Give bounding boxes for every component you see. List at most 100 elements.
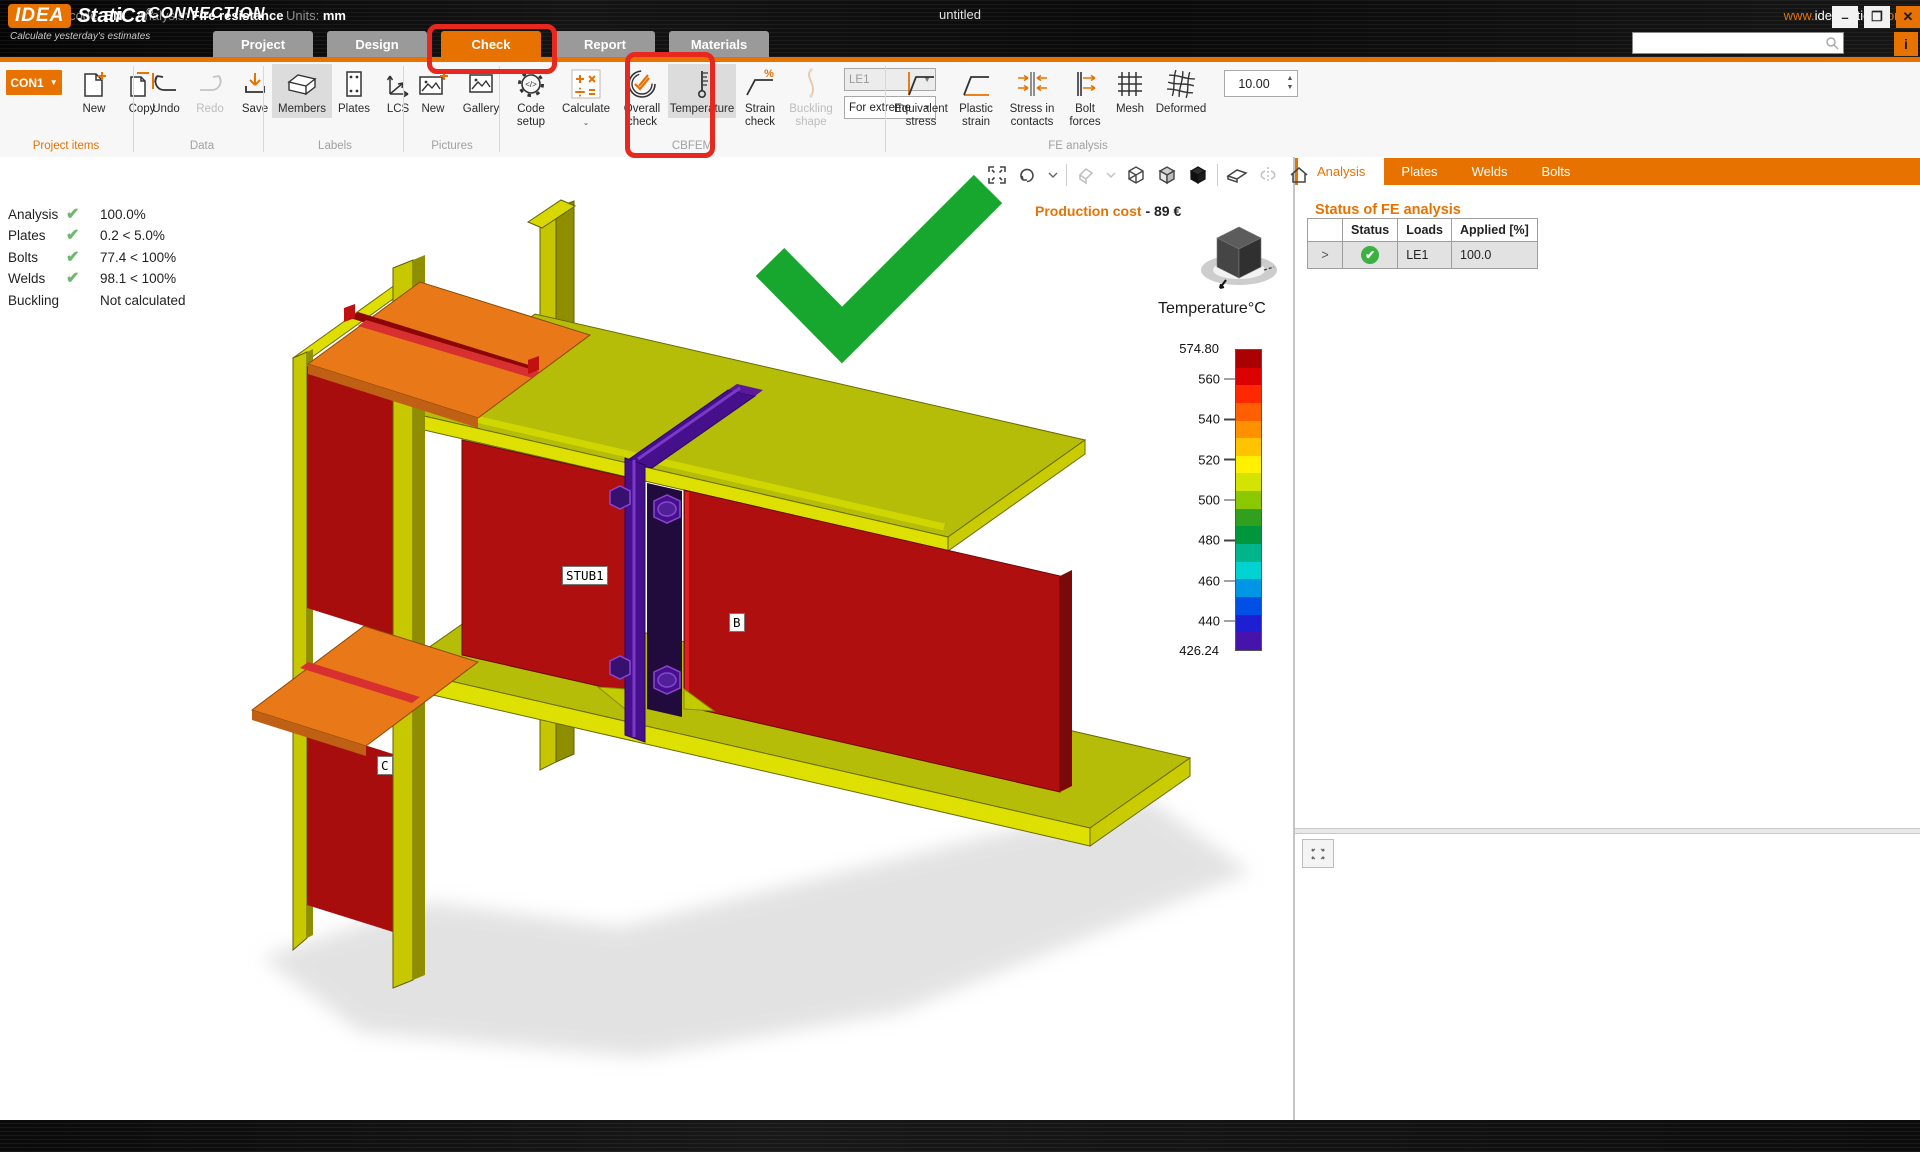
shaded-cube-icon[interactable] bbox=[1155, 163, 1179, 187]
tab-project[interactable]: Project bbox=[213, 31, 313, 57]
group-label-fe-analysis: FE analysis bbox=[886, 140, 1270, 154]
chevron-down-icon: ▼ bbox=[50, 78, 58, 87]
results-tabbar: Analysis Plates Welds Bolts bbox=[1295, 158, 1920, 185]
deformed-button[interactable]: Deformed bbox=[1152, 64, 1210, 118]
ribbon-group-cbfem: </> Code setup Calculate⌄ Overall check bbox=[506, 64, 936, 140]
overall-check-icon bbox=[625, 66, 659, 102]
plate-icon bbox=[343, 66, 365, 102]
rotate-view-icon[interactable] bbox=[1016, 163, 1040, 187]
strain-check-button[interactable]: % Strain check bbox=[736, 64, 784, 131]
tab-design[interactable]: Design bbox=[327, 31, 427, 57]
overall-check-button[interactable]: Overall check bbox=[616, 64, 668, 131]
contact-stress-icon bbox=[1015, 66, 1049, 102]
row-loads-cell: LE1 bbox=[1398, 242, 1452, 269]
expand-arrows-icon bbox=[1310, 847, 1326, 861]
app-window: IDEA StatiCa® CONNECTION Calculate yeste… bbox=[0, 0, 1920, 1152]
close-button[interactable]: ✕ bbox=[1896, 6, 1920, 28]
plates-button[interactable]: Plates bbox=[332, 64, 376, 118]
tab-welds[interactable]: Welds bbox=[1455, 158, 1525, 185]
search-input[interactable] bbox=[1633, 36, 1825, 50]
ribbon-group-project-items: CON1▼ New Copy bbox=[6, 64, 166, 140]
navigation-cube[interactable] bbox=[1198, 218, 1280, 294]
group-label-pictures: Pictures bbox=[404, 140, 500, 154]
stress-curve-icon bbox=[904, 66, 938, 102]
model-3d bbox=[0, 157, 1293, 1120]
scale-tick: 520 bbox=[1198, 452, 1235, 467]
status-row-analysis: Analysis✔100.0% bbox=[8, 204, 146, 224]
expand-section-button[interactable] bbox=[1302, 839, 1334, 868]
tab-check[interactable]: Check bbox=[441, 31, 541, 57]
temperature-button[interactable]: Temperature bbox=[668, 64, 736, 118]
new-picture-button[interactable]: New bbox=[410, 64, 456, 118]
bolt-forces-icon bbox=[1070, 66, 1100, 102]
minimize-button[interactable]: – bbox=[1832, 6, 1858, 28]
scale-tick: 480 bbox=[1198, 533, 1235, 548]
home-view-icon[interactable] bbox=[1287, 163, 1311, 187]
calculate-icon bbox=[569, 66, 603, 102]
spinner-down-icon: ▼ bbox=[1287, 84, 1294, 92]
status-ok-icon: ✔ bbox=[1361, 246, 1379, 264]
rotate-options-chevron-icon[interactable] bbox=[1047, 163, 1059, 187]
label-beam-b[interactable]: B bbox=[729, 613, 745, 632]
scale-spinner[interactable]: 10.00 ▲▼ bbox=[1224, 70, 1298, 97]
plastic-strain-button[interactable]: Plastic strain bbox=[950, 64, 1002, 131]
new-item-button[interactable]: New bbox=[70, 64, 118, 118]
calculate-button[interactable]: Calculate⌄ bbox=[556, 64, 616, 131]
tab-plates[interactable]: Plates bbox=[1384, 158, 1454, 185]
status-row-welds: Welds✔98.1 < 100% bbox=[8, 268, 176, 288]
wireframe-cube-icon[interactable] bbox=[1124, 163, 1148, 187]
mirror-view-icon bbox=[1256, 163, 1280, 187]
redo-icon bbox=[195, 66, 225, 102]
equivalent-stress-button[interactable]: Equivalent stress bbox=[892, 64, 950, 131]
tab-bolts[interactable]: Bolts bbox=[1524, 158, 1587, 185]
table-row[interactable]: > ✔ LE1 100.0 bbox=[1308, 242, 1538, 269]
clip-view-icon[interactable] bbox=[1225, 163, 1249, 187]
temperature-scale: 574.80 426.24 560540520500480460440 bbox=[1152, 349, 1262, 649]
results-panel: Analysis Plates Welds Bolts Status of FE… bbox=[1295, 157, 1920, 1120]
label-stub[interactable]: STUB1 bbox=[562, 566, 608, 585]
check-mark-graphic bbox=[770, 189, 988, 335]
logo-idea-badge: IDEA bbox=[8, 4, 71, 28]
redo-button: Redo bbox=[188, 64, 232, 118]
section-options-chevron-icon bbox=[1105, 163, 1117, 187]
search-icon bbox=[1825, 36, 1843, 50]
mesh-button[interactable]: Mesh bbox=[1108, 64, 1152, 118]
label-column-c[interactable]: C bbox=[377, 756, 393, 775]
search-box[interactable] bbox=[1632, 32, 1844, 54]
tab-materials[interactable]: Materials bbox=[669, 31, 769, 57]
gallery-icon bbox=[466, 66, 496, 102]
status-row-plates: Plates✔0.2 < 5.0% bbox=[8, 225, 165, 245]
ribbon-group-fe-analysis: Equivalent stress Plastic strain Stress … bbox=[892, 64, 1298, 140]
svg-text:%: % bbox=[764, 68, 774, 80]
solid-cube-icon[interactable] bbox=[1186, 163, 1210, 187]
undo-button[interactable]: Undo bbox=[144, 64, 188, 118]
row-applied-cell: 100.0 bbox=[1452, 242, 1538, 269]
stress-in-contacts-button[interactable]: Stress in contacts bbox=[1002, 64, 1062, 131]
ribbon-group-labels: Members Plates LCS bbox=[272, 64, 420, 140]
row-status-cell: ✔ bbox=[1343, 242, 1398, 269]
strain-check-icon: % bbox=[743, 66, 777, 102]
fe-analysis-table: Status Loads Applied [%] > ✔ LE1 100.0 bbox=[1307, 218, 1538, 269]
row-expander[interactable]: > bbox=[1308, 242, 1343, 269]
mesh-icon bbox=[1115, 66, 1145, 102]
new-picture-icon bbox=[417, 66, 449, 102]
buckling-icon bbox=[800, 66, 822, 102]
panel-divider[interactable] bbox=[1295, 828, 1920, 834]
viewport-3d[interactable] bbox=[0, 157, 1293, 1120]
maximize-button[interactable]: ❐ bbox=[1864, 6, 1890, 28]
info-button[interactable]: i bbox=[1894, 32, 1918, 56]
gear-icon: </> bbox=[515, 66, 547, 102]
scale-tick: 540 bbox=[1198, 412, 1235, 427]
connection-item-dropdown[interactable]: CON1▼ bbox=[6, 70, 62, 95]
temp-scale-ticks: 560540520500480460440 bbox=[1152, 349, 1262, 649]
fit-view-icon[interactable] bbox=[985, 163, 1009, 187]
accent-divider bbox=[0, 57, 1920, 62]
code-setup-button[interactable]: </> Code setup bbox=[506, 64, 556, 131]
bolt-forces-button[interactable]: Bolt forces bbox=[1062, 64, 1108, 131]
status-bar bbox=[0, 1120, 1920, 1152]
tab-report[interactable]: Report bbox=[555, 31, 655, 57]
group-label-data: Data bbox=[144, 140, 260, 154]
ribbon: CON1▼ New Copy Project items bbox=[0, 62, 1920, 158]
members-button[interactable]: Members bbox=[272, 64, 332, 118]
scale-title: Temperature°C bbox=[1158, 300, 1266, 318]
